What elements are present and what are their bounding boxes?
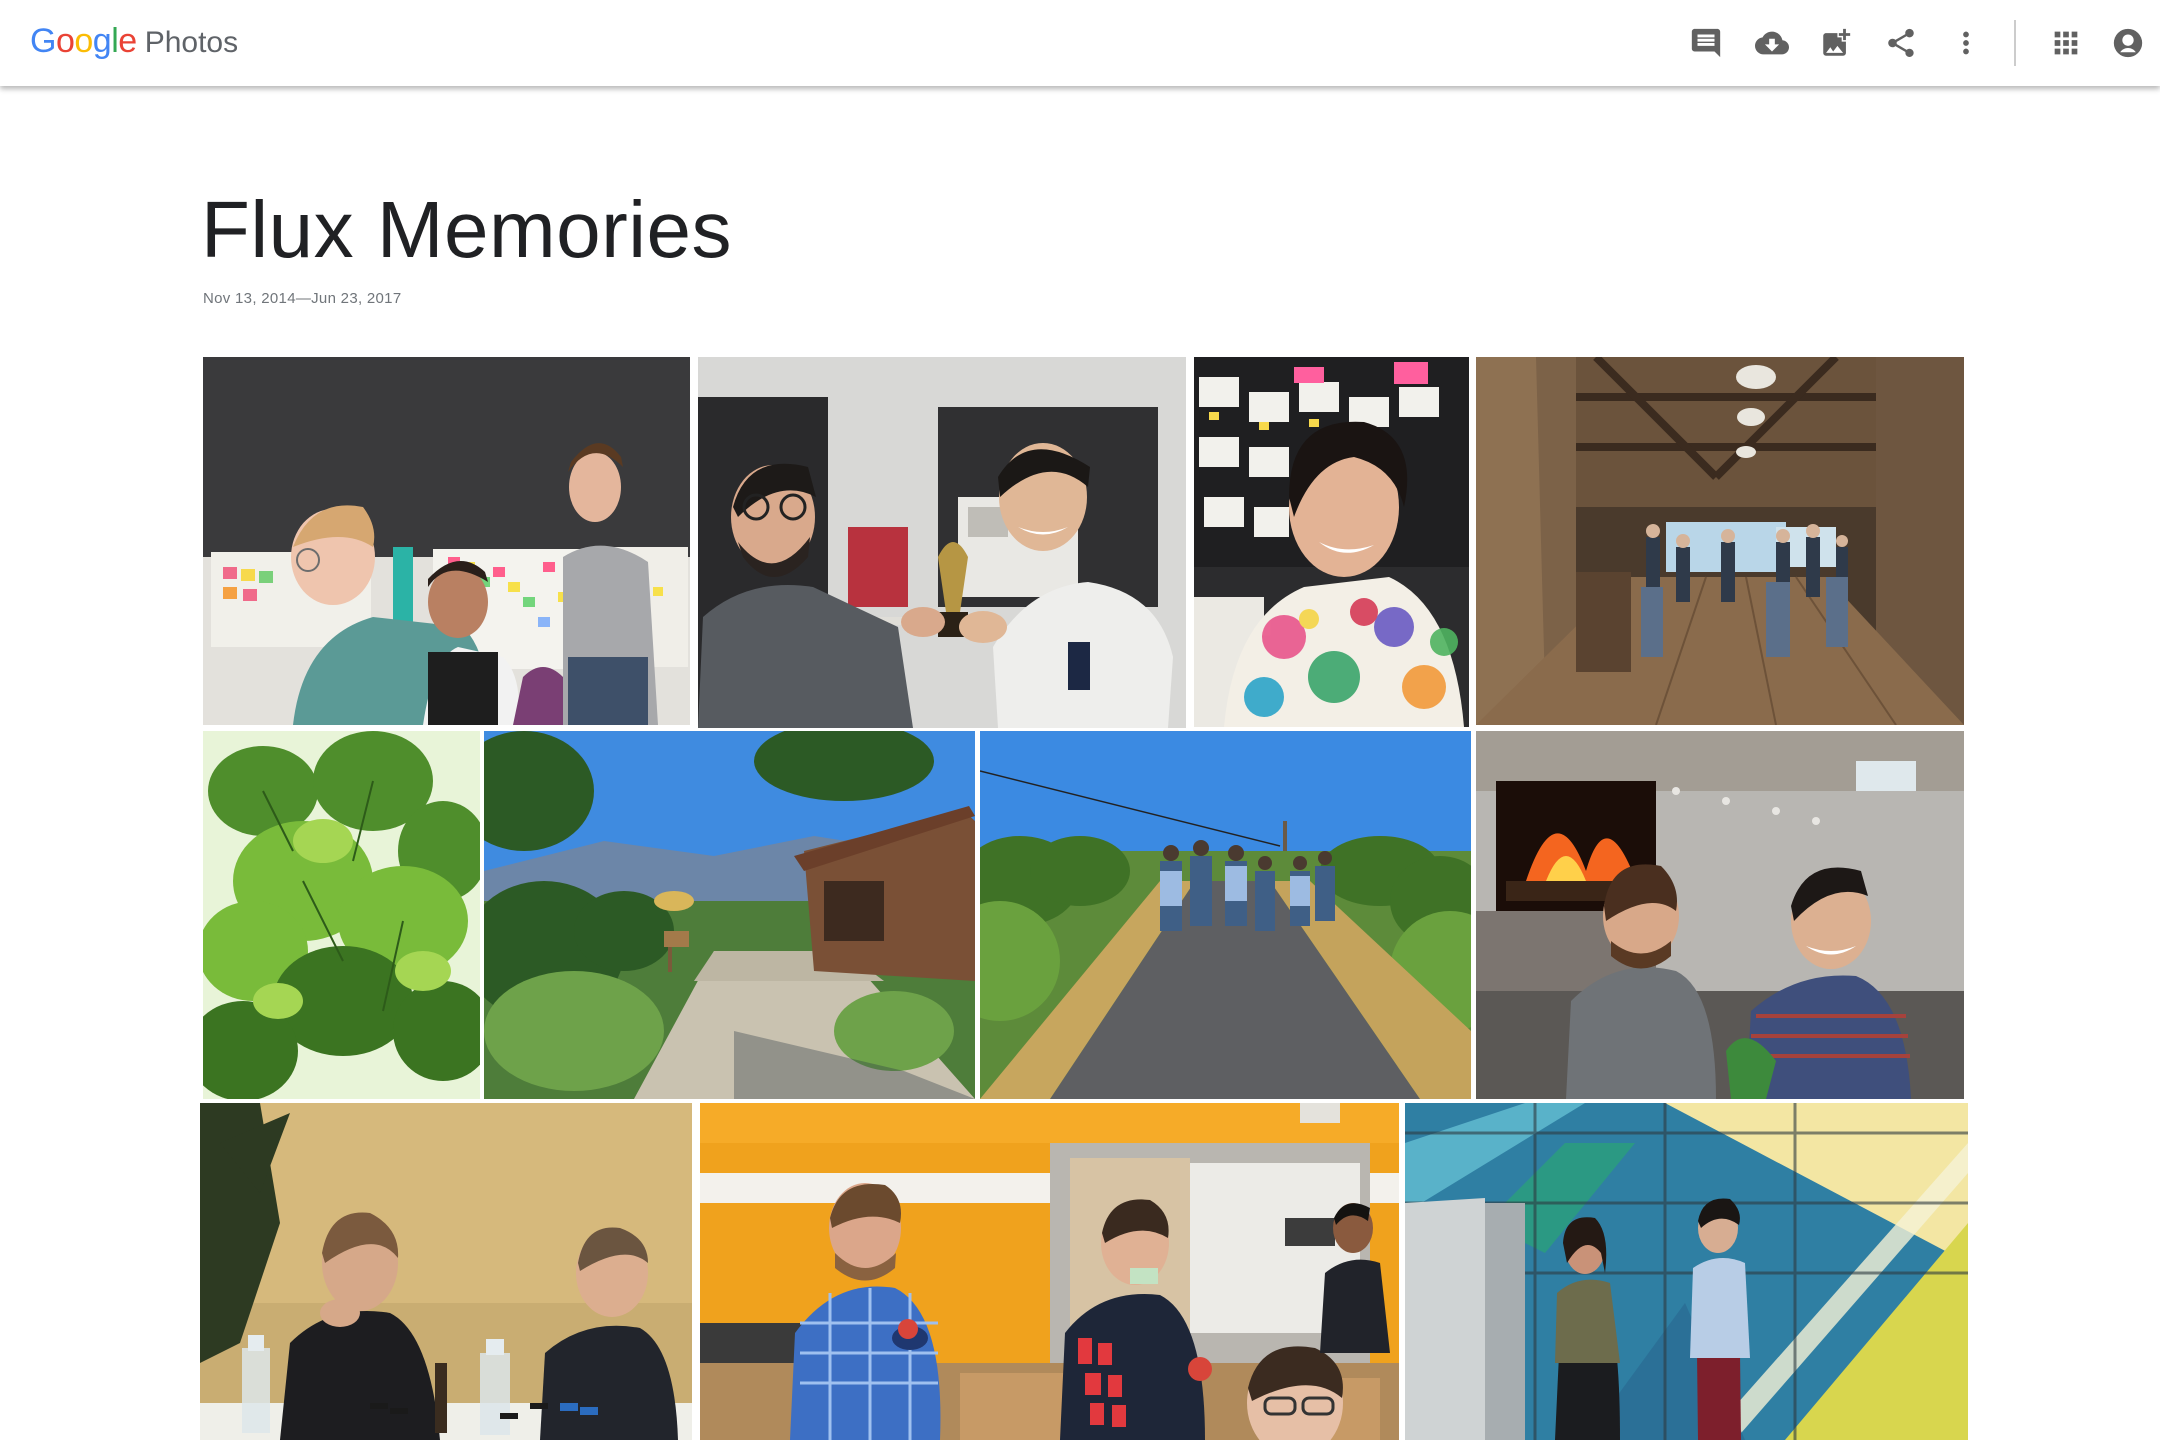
google-apps-button[interactable]: [2044, 21, 2088, 65]
album-date-range: Nov 13, 2014—Jun 23, 2017: [203, 290, 402, 307]
comment-icon: [1691, 28, 1721, 58]
photo-tile[interactable]: [1476, 731, 1964, 1099]
comment-button[interactable]: [1684, 21, 1728, 65]
share-button[interactable]: [1879, 21, 1923, 65]
add-photo-icon: [1823, 28, 1851, 56]
product-name: Photos: [144, 26, 239, 59]
download-button[interactable]: [1750, 21, 1794, 65]
vineyard-road-walk-image: [980, 731, 1471, 1099]
download-icon: [1755, 31, 1789, 55]
poker-table-image: [200, 1103, 692, 1440]
more-vert-icon: [1963, 31, 1969, 55]
share-icon: [1888, 28, 1914, 58]
account-button[interactable]: [2106, 21, 2150, 65]
office-whiteboard-meeting-image: [203, 357, 690, 725]
photo-tile[interactable]: [700, 1103, 1399, 1440]
photo-tile[interactable]: [698, 357, 1186, 728]
floral-shirt-portrait-image: [1194, 357, 1469, 727]
photo-tile[interactable]: [203, 731, 480, 1099]
account-icon: [2113, 28, 2143, 58]
photo-tile[interactable]: [1476, 357, 1964, 725]
food-bank-volunteers-image: [700, 1103, 1399, 1440]
app-header: Google Photos: [0, 0, 2160, 86]
photo-tile[interactable]: [980, 731, 1471, 1099]
hillside-garden-path-image: [484, 731, 975, 1099]
photo-tile[interactable]: [1405, 1103, 1968, 1440]
google-wordmark: Google: [30, 22, 137, 60]
photo-tile[interactable]: [200, 1103, 692, 1440]
photo-tile[interactable]: [1194, 357, 1469, 727]
barn-venue-interior-image: [1476, 357, 1964, 725]
fireplace-lounge-duo-image: [1476, 731, 1964, 1099]
photo-tile[interactable]: [203, 357, 690, 725]
photo-tile[interactable]: [484, 731, 975, 1099]
toolbar-divider: [2014, 20, 2016, 66]
apps-icon: [2054, 31, 2078, 55]
stage-presenters-image: [1405, 1103, 1968, 1440]
album-title[interactable]: Flux Memories: [201, 184, 732, 276]
grape-vine-leaves-image: [203, 731, 480, 1099]
add-photos-button[interactable]: [1814, 21, 1858, 65]
more-options-button[interactable]: [1944, 21, 1988, 65]
google-photos-logo[interactable]: Google Photos: [30, 22, 238, 62]
trophy-handoff-image: [698, 357, 1186, 728]
